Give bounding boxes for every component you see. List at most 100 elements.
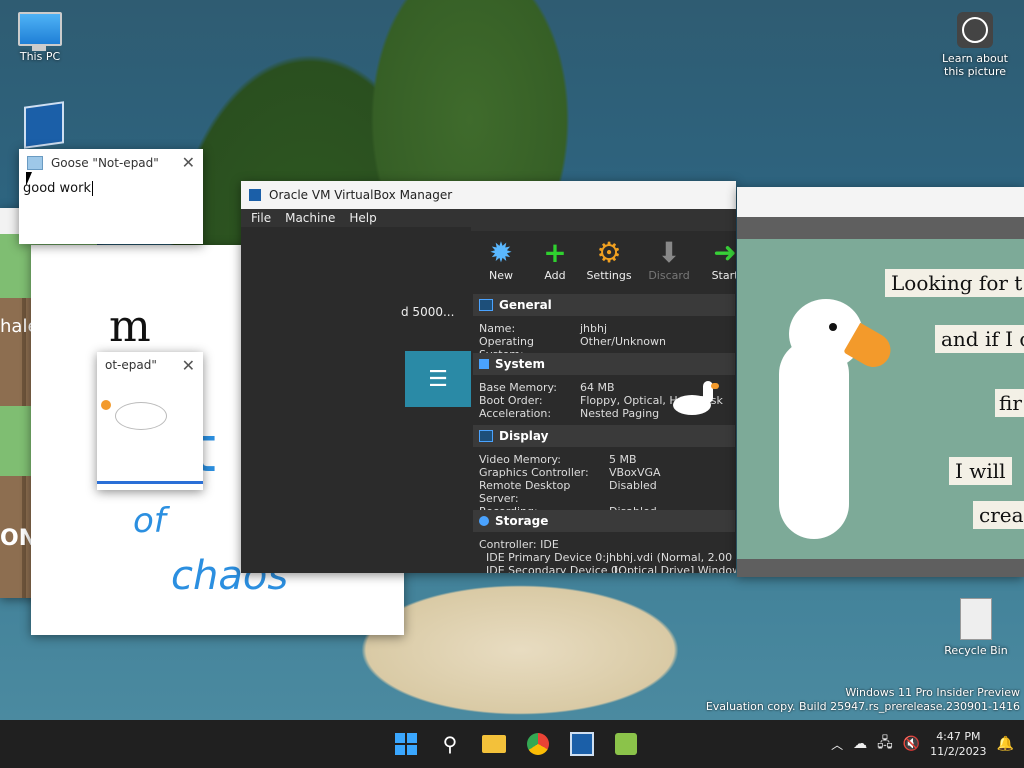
add-icon: +: [543, 236, 567, 269]
sign-text: Looking for t: [885, 269, 1024, 297]
detail-value: 5 MB: [609, 453, 637, 466]
detail-key: Controller: IDE: [479, 538, 559, 551]
detail-value: Disabled: [609, 479, 657, 492]
file-explorer-button[interactable]: [478, 728, 510, 760]
tool-label: Discard: [648, 269, 690, 282]
goose-app-button[interactable]: [610, 728, 642, 760]
detail-value: jhbhj.vdi (Normal, 2.00 G: [605, 551, 736, 564]
desktop-icon-label: Learn about this picture: [942, 52, 1008, 78]
monitor-icon: [479, 430, 493, 442]
goose-drawing: [97, 378, 203, 484]
section-header-display[interactable]: Display: [473, 425, 735, 447]
details-display: Display Video Memory: 5 MB Graphics Contr…: [473, 425, 735, 518]
watermark-line-1: Windows 11 Pro Insider Preview: [845, 686, 1020, 699]
detail-key: Boot Order:: [479, 394, 543, 407]
sign-text: fir: [995, 389, 1024, 417]
sign-text: and if I c: [935, 325, 1024, 353]
section-title: Storage: [495, 514, 549, 528]
search-icon: ⚲: [442, 732, 458, 756]
gear-icon: ⚙: [596, 236, 622, 269]
tool-label: Add: [544, 269, 566, 282]
detail-value: 64 MB: [580, 381, 615, 394]
network-icon[interactable]: 🖧: [877, 732, 893, 756]
window-title: ot-epad": [105, 358, 157, 372]
detail-key: IDE Primary Device 0:: [479, 551, 606, 564]
mouse-cursor-icon: [26, 172, 32, 186]
detail-row: IDE Primary Device 0: jhbhj.vdi (Normal, …: [473, 551, 736, 564]
discard-button[interactable]: ⬇ Discard: [645, 236, 693, 283]
section-header-system[interactable]: System: [473, 353, 735, 375]
goose-head-icon: [101, 400, 111, 410]
sign-text: creat: [973, 501, 1024, 529]
detail-row: Name: jhbhj: [473, 322, 735, 335]
detail-key: IDE Secondary Device 0:: [479, 564, 622, 573]
detail-key: Base Memory:: [479, 381, 557, 394]
arrow-down-icon: ⬇: [657, 236, 681, 269]
desktop-icon-recycle-bin[interactable]: Recycle Bin: [942, 598, 1010, 657]
virtualbox-taskbar-button[interactable]: [566, 728, 598, 760]
start-button[interactable]: [390, 728, 422, 760]
goose-app-icon: [615, 733, 637, 755]
close-icon[interactable]: ✕: [182, 356, 195, 375]
detail-row: Remote Desktop Server: Disabled: [473, 479, 735, 505]
chrome-icon: [527, 733, 549, 755]
virtualbox-manager-window[interactable]: Oracle VM VirtualBox Manager File Machin…: [241, 181, 736, 573]
notepad-mini-titlebar[interactable]: ot-epad" ✕: [97, 352, 203, 378]
add-button[interactable]: + Add: [537, 236, 573, 283]
windows-watermark: Windows 11 Pro Insider Preview Evaluatio…: [706, 686, 1020, 714]
monitor-icon: [479, 299, 493, 311]
vbox-titlebar[interactable]: Oracle VM VirtualBox Manager: [241, 181, 736, 209]
chrome-button[interactable]: [522, 728, 554, 760]
desktop-icon-virtualbox[interactable]: [12, 101, 76, 149]
detail-key: Video Memory:: [479, 453, 561, 466]
settings-button[interactable]: ⚙ Settings: [585, 236, 633, 283]
start-button[interactable]: ➜ Start: [705, 236, 736, 283]
goose-eye-icon: [829, 323, 837, 331]
new-icon: ✹: [489, 236, 513, 269]
cloud-icon[interactable]: ☁: [853, 736, 867, 752]
desktop-icon-this-pc[interactable]: This PC: [8, 12, 72, 63]
window-title: Oracle VM VirtualBox Manager: [269, 188, 453, 202]
tool-label: Settings: [586, 269, 632, 282]
new-button[interactable]: ✹ New: [477, 236, 525, 283]
list-view-icon: ☰: [428, 366, 448, 392]
monitor-icon: [18, 12, 62, 51]
clock[interactable]: 4:47 PM 11/2/2023: [930, 729, 986, 759]
section-title: Display: [499, 429, 549, 443]
volume-muted-icon[interactable]: 🔇: [903, 736, 920, 752]
vm-list-item[interactable]: d 5000...: [401, 305, 454, 319]
tool-label: Start: [711, 269, 736, 282]
close-icon[interactable]: ✕: [182, 153, 195, 172]
watermark-line-2: Evaluation copy. Build 25947.rs_prerelea…: [705, 700, 1020, 713]
windows-logo-icon: [395, 733, 417, 755]
notepad-text: good work: [23, 181, 92, 196]
section-header-storage[interactable]: Storage: [473, 510, 735, 532]
desktop-icon-label: Recycle Bin: [944, 644, 1008, 657]
camera-icon: [957, 12, 993, 48]
notepad-mini-window[interactable]: ot-epad" ✕: [97, 352, 203, 490]
desktop-icon-learn-about-picture[interactable]: Learn about this picture: [940, 12, 1010, 78]
detail-row: Video Memory: 5 MB: [473, 453, 735, 466]
goose-notepad-titlebar[interactable]: Goose "Not-epad" ✕: [19, 149, 203, 177]
notepad-text-area[interactable]: good work: [19, 177, 203, 200]
desktop-icon-label: This PC: [19, 50, 61, 63]
vm-list-panel: d 5000... ☰: [241, 227, 471, 573]
goose-neck-icon: [779, 339, 849, 539]
desktop: This PC Learn about this picture Recycle…: [0, 0, 1024, 720]
goose-image-titlebar[interactable]: [737, 187, 1024, 217]
search-button[interactable]: ⚲: [434, 728, 466, 760]
chevron-up-icon[interactable]: ︿: [831, 736, 843, 753]
sign-text: I will: [949, 457, 1012, 485]
goose-sprite-icon: [673, 381, 721, 417]
section-header-general[interactable]: General: [473, 294, 735, 316]
vm-list-selected[interactable]: ☰: [405, 351, 471, 407]
taskbar: ⚲ ︿ ☁ 🖧 🔇 4:47 PM 11/2/2023 🔔: [0, 720, 1024, 768]
arrow-right-icon: ➜: [713, 236, 736, 269]
virtualbox-icon: [570, 732, 594, 756]
details-general: General Name:jhbhj Operating System:Othe…: [473, 294, 735, 361]
detail-key: Name:: [479, 322, 516, 335]
goose-notepad-window[interactable]: Goose "Not-epad" ✕ good work: [19, 149, 203, 244]
goose-image-window[interactable]: Looking for t and if I c fir I will crea…: [737, 187, 1024, 577]
detail-value: Nested Paging: [580, 407, 660, 420]
notification-bell-icon[interactable]: 🔔: [997, 736, 1014, 752]
